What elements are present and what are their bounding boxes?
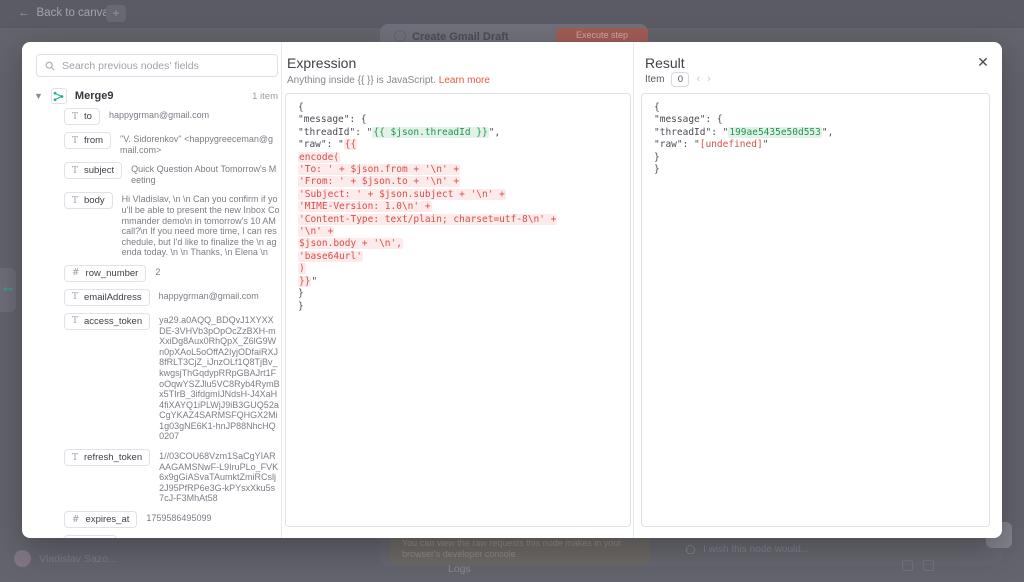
field-type-icon: T bbox=[72, 196, 78, 206]
close-icon[interactable]: ✕ bbox=[974, 54, 992, 72]
execute-step-button[interactable]: Execute step bbox=[556, 28, 648, 43]
result-code: {"message": {"threadId": "199ae5435e50d5… bbox=[641, 93, 990, 527]
connector-icon bbox=[3, 284, 13, 294]
field-row[interactable]: T subject Quick Question About Tomorrow'… bbox=[64, 162, 280, 185]
divider bbox=[633, 42, 634, 538]
field-value: 1//03COU68Vzm1SaCgYIARAAGAMSNwF-L9IruPLo… bbox=[159, 449, 280, 504]
field-name: expires_at bbox=[86, 514, 130, 525]
learn-more-link[interactable]: Learn more bbox=[439, 75, 490, 86]
field-type-icon: T bbox=[72, 136, 78, 146]
node-name: Merge9 bbox=[75, 90, 244, 102]
logs-toggle[interactable]: Logs bbox=[448, 563, 471, 575]
lightbulb-icon bbox=[686, 545, 695, 554]
prev-item-icon[interactable]: ‹ bbox=[696, 74, 700, 85]
field-name: subject bbox=[84, 165, 114, 176]
tree-node-merge9[interactable]: ▼ Merge9 1 item bbox=[34, 88, 278, 104]
user-menu[interactable]: Vladislav Sazo... bbox=[14, 550, 117, 567]
footer-icons[interactable] bbox=[902, 560, 934, 571]
field-row[interactable]: # expires_at 1759586495099 bbox=[64, 511, 280, 528]
new-tab-button[interactable]: + bbox=[106, 5, 126, 22]
merge-node-icon bbox=[51, 88, 67, 104]
field-row[interactable]: T from "V. Sidorenkov" <happygreeceman@g… bbox=[64, 132, 280, 155]
field-row[interactable]: T emailAddress happygrman@gmail.com bbox=[64, 289, 280, 306]
field-pill[interactable]: # expires_at bbox=[64, 511, 137, 528]
search-input[interactable] bbox=[62, 60, 269, 72]
field-pill[interactable]: T to bbox=[64, 108, 100, 125]
back-to-canvas-button[interactable]: ← Back to canvas bbox=[18, 7, 114, 19]
input-panel-tab[interactable] bbox=[0, 268, 16, 312]
next-item-icon[interactable]: › bbox=[707, 74, 711, 85]
field-row[interactable]: # row_number 2 bbox=[64, 265, 280, 282]
field-value: ya29.a0AQQ_BDQvJ1XYXXDE-3VHVb3pOpOcZzBXH… bbox=[159, 313, 280, 442]
field-value: Hi Vladislav, \n \n Can you confirm if y… bbox=[122, 192, 280, 258]
chevron-down-icon[interactable]: ▼ bbox=[34, 91, 43, 101]
field-name: refresh_token bbox=[84, 452, 142, 463]
search-icon bbox=[45, 61, 55, 71]
field-pill[interactable]: # row_number bbox=[64, 265, 146, 282]
divider bbox=[281, 42, 282, 538]
field-pill[interactable]: T from bbox=[64, 132, 111, 149]
field-pill[interactable]: T scope bbox=[64, 535, 117, 538]
field-value: 2 bbox=[155, 265, 280, 278]
item-selector: Item 0 ‹ › bbox=[645, 72, 711, 87]
field-pill[interactable]: T body bbox=[64, 192, 113, 209]
expression-subtitle: Anything inside {{ }} is JavaScript. Lea… bbox=[287, 75, 490, 86]
avatar bbox=[14, 550, 31, 567]
field-row[interactable]: T scope https://www.googleapis.com/auth/… bbox=[64, 535, 280, 538]
gmail-node-icon bbox=[394, 30, 406, 42]
field-value: 1759586495099 bbox=[146, 511, 280, 524]
field-row[interactable]: T access_token ya29.a0AQQ_BDQvJ1XYXXDE-3… bbox=[64, 313, 280, 442]
item-label: Item bbox=[645, 74, 664, 85]
field-type-icon: T bbox=[72, 112, 78, 122]
search-fields-box[interactable] bbox=[36, 54, 278, 77]
field-name: row_number bbox=[86, 268, 139, 279]
field-type-icon: T bbox=[72, 292, 78, 302]
item-count: 1 item bbox=[252, 91, 278, 102]
result-title: Result bbox=[645, 55, 685, 71]
field-value: happygrman@gmail.com bbox=[109, 108, 280, 121]
panel-icon[interactable] bbox=[902, 560, 913, 571]
expression-code[interactable]: {"message": {"threadId": "{{ $json.threa… bbox=[285, 93, 631, 527]
field-pill[interactable]: T subject bbox=[64, 162, 122, 179]
field-name: body bbox=[84, 195, 105, 206]
field-name: to bbox=[84, 111, 92, 122]
field-value: happygrman@gmail.com bbox=[159, 289, 280, 302]
field-type-icon: # bbox=[72, 268, 80, 278]
field-pill[interactable]: T emailAddress bbox=[64, 289, 150, 306]
field-value: https://www.googleapis.com/auth/gmail.la… bbox=[126, 535, 280, 538]
field-row[interactable]: T refresh_token 1//03COU68Vzm1SaCgYIARAA… bbox=[64, 449, 280, 504]
wish-input[interactable]: I wish this node would... bbox=[686, 544, 809, 555]
panel-icon[interactable] bbox=[923, 560, 934, 571]
expression-title: Expression bbox=[287, 55, 356, 71]
back-arrow-icon: ← bbox=[18, 7, 30, 19]
field-row[interactable]: T body Hi Vladislav, \n \n Can you confi… bbox=[64, 192, 280, 258]
field-name: emailAddress bbox=[84, 292, 142, 303]
expression-editor-modal: ▼ Merge9 1 item T to happygrman@gmail.co… bbox=[22, 42, 1002, 538]
field-row[interactable]: T to happygrman@gmail.com bbox=[64, 108, 280, 125]
field-pill[interactable]: T refresh_token bbox=[64, 449, 150, 466]
raw-requests-notice: You can view the raw requests this node … bbox=[390, 534, 650, 564]
field-type-icon: T bbox=[72, 316, 78, 326]
field-type-icon: T bbox=[72, 453, 78, 463]
field-name: from bbox=[84, 135, 103, 146]
item-index-input[interactable]: 0 bbox=[671, 72, 689, 87]
field-value: Quick Question About Tomorrow's Meeting bbox=[131, 162, 280, 185]
field-type-icon: # bbox=[72, 515, 80, 525]
field-value: "V. Sidorenkov" <happygreeceman@gmail.co… bbox=[120, 132, 280, 155]
field-name: access_token bbox=[84, 316, 142, 327]
field-type-icon: T bbox=[72, 166, 78, 176]
field-pill[interactable]: T access_token bbox=[64, 313, 150, 330]
fields-list: T to happygrman@gmail.com T from "V. Sid… bbox=[64, 108, 280, 538]
